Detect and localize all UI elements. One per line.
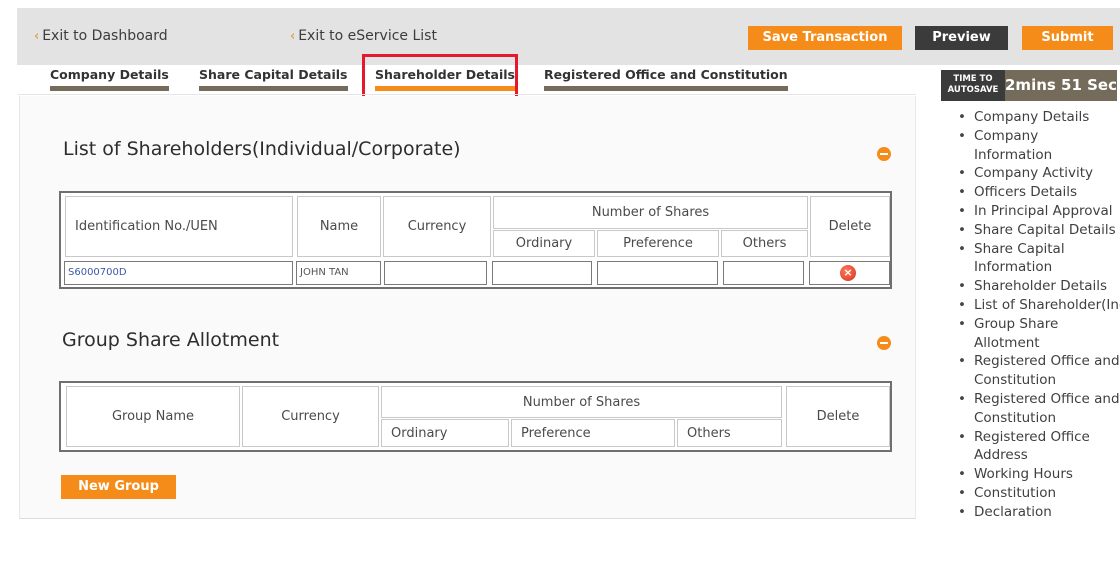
ordinary-input[interactable] bbox=[492, 261, 592, 285]
nav-item-share-capital-information[interactable]: Share Capital Information bbox=[958, 240, 1120, 278]
header-number-of-shares: Number of Shares bbox=[493, 196, 808, 229]
chevron-left-icon: ‹ bbox=[34, 29, 40, 44]
header-delete: Delete bbox=[810, 196, 890, 257]
tab-company-details[interactable]: Company Details bbox=[50, 67, 169, 91]
nav-item-share-capital-details[interactable]: Share Capital Details bbox=[958, 221, 1120, 240]
preference-input[interactable] bbox=[597, 261, 718, 285]
header-preference: Preference bbox=[511, 419, 675, 447]
collapse-group-allotment-icon[interactable] bbox=[877, 336, 891, 350]
nav-item-officers-details[interactable]: Officers Details bbox=[958, 183, 1120, 202]
nav-item-in-principal-approval[interactable]: In Principal Approval bbox=[958, 202, 1120, 221]
header-identification: Identification No./UEN bbox=[65, 196, 293, 257]
nav-item-company-details[interactable]: Company Details bbox=[958, 108, 1120, 127]
group-allotment-section-title: Group Share Allotment bbox=[62, 329, 280, 351]
nav-item-declaration[interactable]: Declaration bbox=[958, 503, 1120, 522]
nav-item-shareholder-details[interactable]: Shareholder Details bbox=[958, 277, 1120, 296]
header-delete: Delete bbox=[786, 386, 890, 447]
section-nav-list: Company Details Company Information Comp… bbox=[958, 108, 1120, 522]
header-others: Others bbox=[721, 230, 808, 257]
preview-button[interactable]: Preview bbox=[915, 26, 1008, 50]
exit-to-dashboard-link[interactable]: ‹ Exit to Dashboard bbox=[34, 28, 168, 44]
header-name: Name bbox=[297, 196, 381, 257]
nav-item-company-activity[interactable]: Company Activity bbox=[958, 164, 1120, 183]
nav-item-registered-office-address[interactable]: Registered Office Address bbox=[958, 428, 1120, 466]
header-ordinary: Ordinary bbox=[381, 419, 509, 447]
chevron-left-icon: ‹ bbox=[290, 29, 296, 44]
delete-row-icon[interactable]: × bbox=[840, 265, 856, 281]
top-toolbar: ‹ Exit to Dashboard ‹ Exit to eService Lis… bbox=[17, 8, 1120, 65]
collapse-shareholders-icon[interactable] bbox=[877, 147, 891, 161]
tab-share-capital-details[interactable]: Share Capital Details bbox=[199, 67, 348, 91]
header-others: Others bbox=[677, 419, 782, 447]
exit-to-eservice-link[interactable]: ‹ Exit to eService List bbox=[290, 28, 437, 44]
nav-item-company-information[interactable]: Company Information bbox=[958, 127, 1120, 165]
name-input[interactable]: JOHN TAN bbox=[296, 261, 381, 285]
submit-button[interactable]: Submit bbox=[1022, 26, 1113, 50]
group-allotment-table: Group Name Currency Number of Shares Ord… bbox=[59, 381, 892, 452]
exit-to-eservice-label: Exit to eService List bbox=[298, 28, 437, 44]
delete-cell: × bbox=[809, 261, 890, 285]
save-transaction-button[interactable]: Save Transaction bbox=[748, 26, 902, 50]
header-ordinary: Ordinary bbox=[493, 230, 595, 257]
header-group-name: Group Name bbox=[66, 386, 240, 447]
tabs-divider bbox=[18, 94, 916, 95]
others-input[interactable] bbox=[723, 261, 804, 285]
autosave-label-line1: TIME TO bbox=[953, 74, 993, 84]
autosave-label: TIME TO AUTOSAVE bbox=[941, 70, 1005, 101]
nav-item-constitution[interactable]: Constitution bbox=[958, 484, 1120, 503]
header-currency: Currency bbox=[242, 386, 379, 447]
tab-registered-office[interactable]: Registered Office and Constitution bbox=[544, 67, 788, 91]
nav-item-registered-office-constitution[interactable]: Registered Office and Constitution bbox=[958, 352, 1120, 390]
shareholders-table: Identification No./UEN Name Currency Num… bbox=[59, 191, 892, 289]
nav-item-group-share-allotment[interactable]: Group Share Allotment bbox=[958, 315, 1120, 353]
header-preference: Preference bbox=[597, 230, 719, 257]
autosave-countdown: 2mins 51 Sec bbox=[1005, 70, 1117, 101]
nav-item-working-hours[interactable]: Working Hours bbox=[958, 465, 1120, 484]
exit-to-dashboard-label: Exit to Dashboard bbox=[42, 28, 168, 44]
header-number-of-shares: Number of Shares bbox=[381, 386, 782, 418]
header-currency: Currency bbox=[383, 196, 491, 257]
identification-input[interactable]: S6000700D bbox=[64, 261, 293, 285]
currency-input[interactable] bbox=[384, 261, 487, 285]
new-group-button[interactable]: New Group bbox=[61, 475, 176, 499]
shareholders-section-title: List of Shareholders(Individual/Corporat… bbox=[63, 138, 461, 160]
nav-item-registered-office-constitution-2[interactable]: Registered Office and Constitution bbox=[958, 390, 1120, 428]
autosave-label-line2: AUTOSAVE bbox=[947, 85, 999, 95]
nav-item-list-of-shareholder[interactable]: List of Shareholder(Individu bbox=[958, 296, 1120, 315]
